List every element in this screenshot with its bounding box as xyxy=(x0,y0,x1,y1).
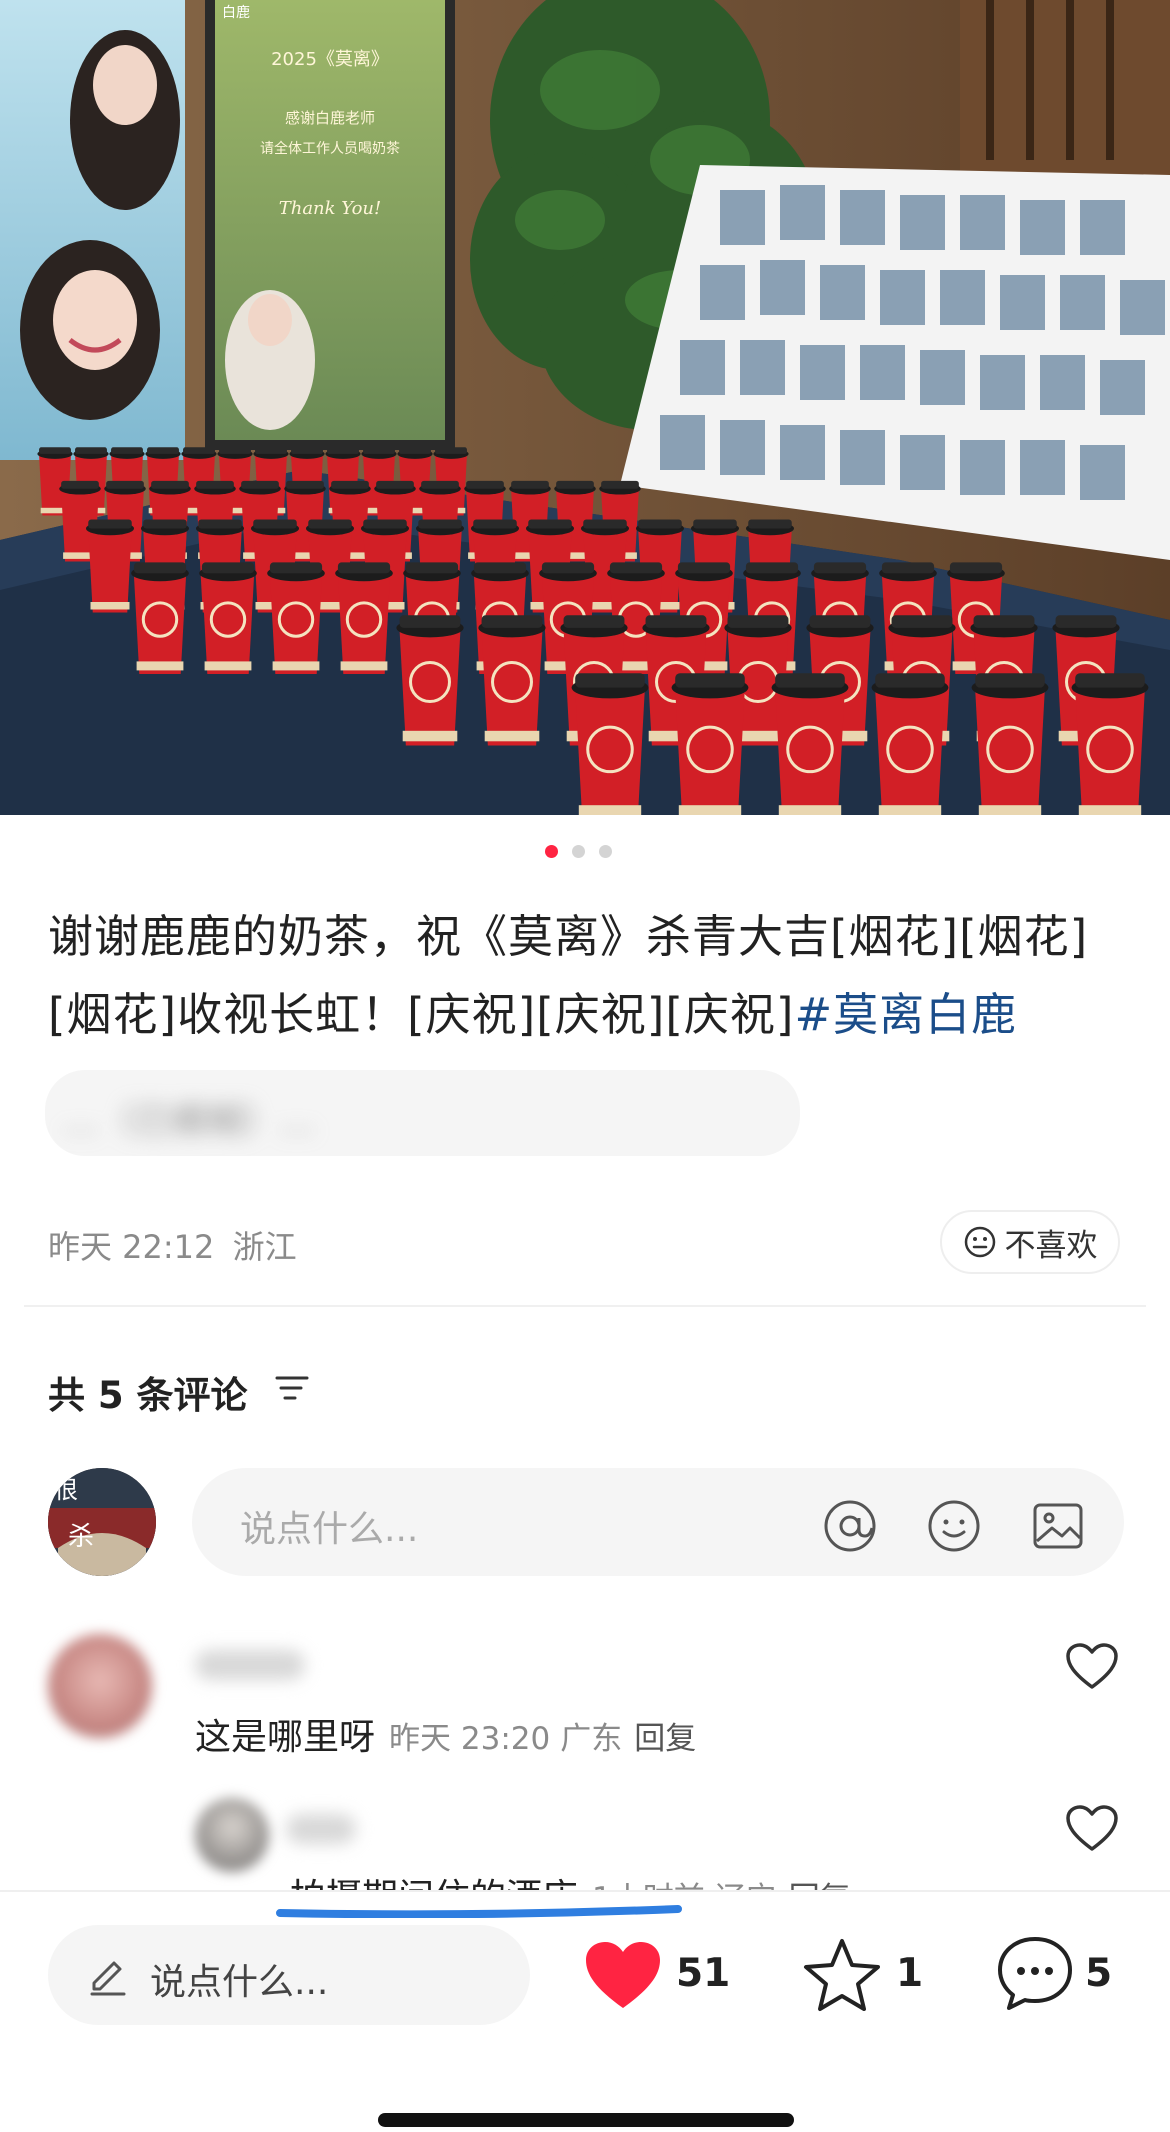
comment-row: 这是哪里呀 昨天 23:20 广东 回复 xyxy=(195,1708,696,1760)
milk-tea-cup xyxy=(86,519,134,613)
reply-name-blurred xyxy=(286,1814,356,1844)
comment-bubble-icon[interactable] xyxy=(995,1934,1075,2012)
milk-tea-cup xyxy=(267,562,325,674)
emoji-icon[interactable] xyxy=(926,1498,982,1554)
poster-line-2: 感谢白鹿老师 xyxy=(284,109,375,127)
avatar-char-2: 杀 xyxy=(68,1522,95,1552)
comment-input-placeholder: 说点什么... xyxy=(240,1509,419,1550)
comment-text: 这是哪里呀 xyxy=(195,1717,376,1758)
commenter-name-blurred xyxy=(195,1650,305,1680)
bottom-input-placeholder: 说点什么... xyxy=(150,1962,329,2003)
sort-icon[interactable] xyxy=(275,1372,309,1404)
divider xyxy=(24,1305,1146,1307)
poster-line-4: Thank You! xyxy=(278,198,382,219)
milk-tea-cup xyxy=(771,673,849,815)
like-heart-icon[interactable] xyxy=(583,1940,663,2012)
comment-location: 广东 xyxy=(560,1721,623,1757)
meh-face-icon xyxy=(964,1226,995,1258)
post-caption: 谢谢鹿鹿的奶茶，祝《莫离》杀青大吉[烟花][烟花][烟花]收视长虹！[庆祝][庆… xyxy=(48,898,1128,1054)
post-photo[interactable]: 2025《莫离》 感谢白鹿老师 请全体工作人员喝奶茶 Thank You! 白鹿 xyxy=(0,0,1170,815)
avatar-char-1: 很 xyxy=(54,1476,78,1504)
blurred-text: …（已模糊）… xyxy=(63,1101,316,1142)
favorite-star-icon[interactable] xyxy=(802,1937,882,2013)
pager-dot-3 xyxy=(599,845,612,858)
home-indicator xyxy=(378,2113,794,2127)
like-count: 51 xyxy=(676,1951,731,1996)
post-meta: 昨天 22:12 浙江 xyxy=(48,1222,297,1268)
poster-line-3: 请全体工作人员喝奶茶 xyxy=(260,141,400,157)
milk-tea-cup xyxy=(571,673,649,815)
poster-top-label: 白鹿 xyxy=(222,5,250,21)
hashtag-link[interactable]: #莫离白鹿 xyxy=(794,988,1017,1041)
commenter-avatar[interactable] xyxy=(48,1634,152,1738)
pager-dot-2 xyxy=(572,845,585,858)
dislike-label: 不喜欢 xyxy=(1004,1227,1098,1264)
milk-tea-cup xyxy=(871,673,949,815)
reply-button[interactable]: 回复 xyxy=(634,1721,696,1757)
scroll-underline xyxy=(276,1905,682,1918)
post-location: 浙江 xyxy=(232,1228,297,1266)
milk-tea-cup xyxy=(335,562,393,674)
dislike-button[interactable]: 不喜欢 xyxy=(940,1210,1120,1274)
reply-like-heart-icon[interactable] xyxy=(1065,1804,1119,1854)
milk-tea-cup xyxy=(971,673,1049,815)
milk-tea-cup xyxy=(199,562,257,674)
photo-scene xyxy=(0,0,1170,815)
post-time: 昨天 22:12 xyxy=(48,1228,215,1266)
comment-count-title: 共 5 条评论 xyxy=(48,1374,248,1417)
reply-avatar[interactable] xyxy=(195,1798,269,1872)
at-icon[interactable] xyxy=(822,1498,878,1554)
milk-tea-cup xyxy=(131,562,189,674)
blurred-tags-line: …（已模糊）… xyxy=(45,1070,800,1156)
poster-line-1: 2025《莫离》 xyxy=(271,49,389,70)
comment-like-heart-icon[interactable] xyxy=(1065,1642,1119,1692)
comment-time: 昨天 23:20 xyxy=(389,1721,551,1757)
comment-count: 5 xyxy=(1085,1951,1113,1996)
milk-tea-cup xyxy=(478,615,546,746)
milk-tea-cup xyxy=(1071,673,1149,815)
favorite-count: 1 xyxy=(896,1951,924,1996)
pencil-icon xyxy=(90,1961,126,1996)
pager-dot-1 xyxy=(545,845,558,858)
bottom-comment-input[interactable]: 说点什么... xyxy=(48,1925,530,2025)
comment-input[interactable]: 说点什么... xyxy=(192,1468,1124,1576)
my-avatar[interactable]: 很 杀 xyxy=(48,1468,156,1576)
image-icon[interactable] xyxy=(1030,1498,1086,1554)
milk-tea-cup xyxy=(396,615,464,746)
milk-tea-cup xyxy=(671,673,749,815)
